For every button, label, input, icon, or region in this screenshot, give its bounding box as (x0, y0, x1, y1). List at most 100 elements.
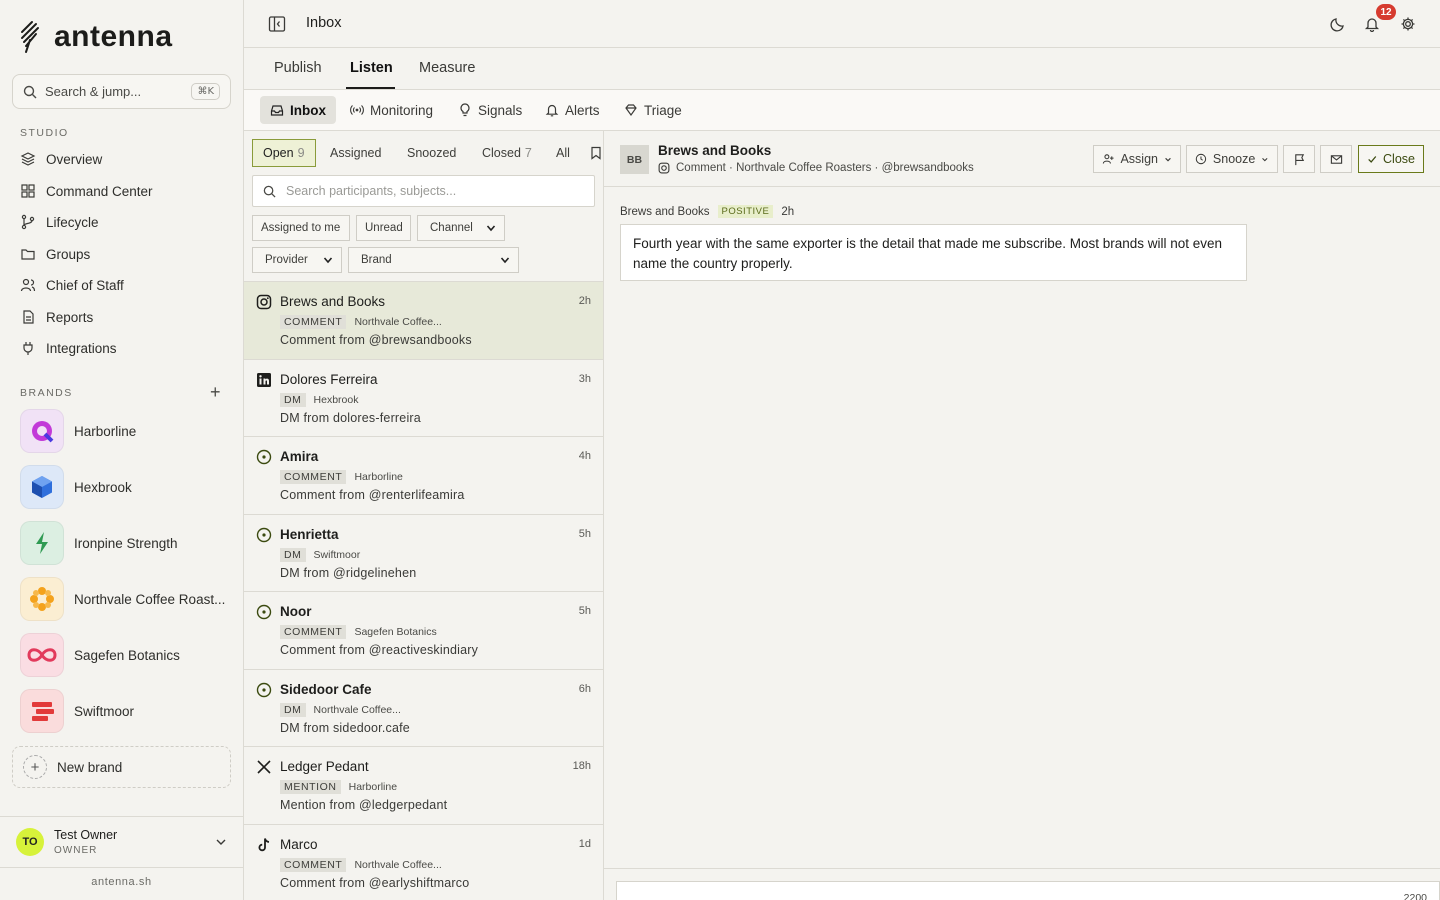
select-value: Channel (430, 222, 473, 234)
search-icon (23, 85, 37, 98)
filter-tab-label: All (556, 146, 570, 160)
sidebar-item-chief-of-staff[interactable]: Chief of Staff (20, 273, 124, 297)
brand-item-northvale-coffee[interactable]: Northvale Coffee Roast... (20, 577, 225, 621)
conversation-row[interactable]: Dolores Ferreira 3h DM Hexbrook DM from … (244, 359, 603, 437)
button-label: Close (1383, 152, 1415, 166)
type-tag: MENTION (280, 780, 341, 794)
brand-select[interactable]: Brand (348, 247, 519, 273)
bookmark-icon[interactable] (590, 146, 602, 160)
tab-publish[interactable]: Publish (274, 60, 322, 76)
filter-tab-open[interactable]: Open 9 (252, 139, 316, 167)
conversation-name: Sidedoor Cafe (280, 682, 372, 697)
user-plus-icon (1102, 154, 1114, 164)
subtab-monitoring[interactable]: Monitoring (340, 96, 443, 124)
new-brand-label: New brand (57, 759, 123, 775)
conversation-row[interactable]: Marco 1d COMMENT Northvale Coffee... Com… (244, 824, 603, 900)
sidebar-item-label: Reports (46, 309, 94, 325)
brand-item-ironpine-strength[interactable]: Ironpine Strength (20, 521, 178, 565)
moon-icon[interactable] (1330, 16, 1346, 32)
mail-button[interactable] (1320, 145, 1352, 173)
conversation-name: Amira (280, 449, 319, 464)
conversation-row[interactable]: Brews and Books 2h COMMENT Northvale Cof… (244, 281, 603, 359)
subtab-triage[interactable]: Triage (614, 96, 692, 124)
channel-select[interactable]: Channel (417, 215, 505, 241)
threads-icon (256, 604, 272, 620)
instagram-icon (256, 294, 272, 310)
filter-tab-snoozed[interactable]: Snoozed (397, 139, 466, 167)
check-icon (1368, 156, 1377, 163)
assigned-to-me-filter[interactable]: Assigned to me (252, 215, 350, 241)
conversation-time: 18h (572, 760, 591, 772)
conversation-row[interactable]: Ledger Pedant 18h MENTION Harborline Men… (244, 746, 603, 824)
tab-listen[interactable]: Listen (350, 60, 393, 76)
brand-item-swiftmoor[interactable]: Swiftmoor (20, 689, 134, 733)
conversation-meta: DM Hexbrook (280, 393, 358, 407)
conversation-subtitle: Comment from @reactiveskindiary (280, 643, 479, 657)
conversation-time: 5h (578, 605, 591, 617)
sidebar-item-lifecycle[interactable]: Lifecycle (20, 210, 99, 234)
user-menu[interactable]: TO Test Owner OWNER (0, 816, 243, 868)
logo-text: antenna (54, 20, 173, 53)
top-bar: Inbox 12 (244, 0, 1440, 48)
reply-composer[interactable]: 2200 (616, 881, 1440, 900)
subtab-alerts[interactable]: Alerts (535, 96, 610, 124)
subtab-inbox[interactable]: Inbox (260, 96, 336, 124)
threads-icon (256, 449, 272, 465)
conversation-subtitle: Comment from @renterlifeamira (280, 488, 465, 502)
subtab-signals[interactable]: Signals (448, 96, 532, 124)
sidebar-item-overview[interactable]: Overview (20, 147, 102, 171)
search-jump-input[interactable]: Search & jump... ⌘K (12, 74, 231, 109)
filter-tab-count: 9 (297, 146, 305, 160)
brand-item-harborline[interactable]: Harborline (20, 409, 136, 453)
composer-divider (604, 868, 1440, 869)
search-placeholder: Search participants, subjects... (286, 184, 457, 198)
sidebar-item-reports[interactable]: Reports (20, 305, 93, 329)
assign-button[interactable]: Assign (1093, 145, 1181, 173)
footer-site: antenna.sh (91, 876, 152, 888)
inbox-icon (270, 105, 284, 116)
provider-select[interactable]: Provider (252, 247, 342, 273)
logo[interactable]: antenna (18, 20, 173, 54)
gear-icon[interactable] (1400, 16, 1416, 32)
plus-icon: + (23, 755, 47, 779)
flag-button[interactable] (1283, 145, 1315, 173)
bell-icon (545, 104, 559, 117)
brand-item-sagefen-botanics[interactable]: Sagefen Botanics (20, 633, 180, 677)
conversation-name: Henrietta (280, 527, 339, 542)
avatar: BB (620, 145, 649, 174)
brand-item-hexbrook[interactable]: Hexbrook (20, 465, 132, 509)
filter-tab-label: Open (263, 146, 294, 160)
message-time: 2h (781, 205, 795, 218)
unread-filter[interactable]: Unread (356, 215, 411, 241)
filter-tab-closed[interactable]: Closed 7 (472, 139, 542, 167)
filter-tab-label: Assigned (330, 146, 382, 160)
filter-tab-assigned[interactable]: Assigned (320, 139, 391, 167)
brands-label: BRANDS (20, 387, 73, 399)
filter-tab-all[interactable]: All (546, 139, 580, 167)
sidebar-toggle-icon[interactable] (268, 15, 286, 33)
conversation-row[interactable]: Sidedoor Cafe 6h DM Northvale Coffee... … (244, 669, 603, 747)
brand-name: Harborline (354, 471, 403, 483)
conversation-row[interactable]: Noor 5h COMMENT Sagefen Botanics Comment… (244, 591, 603, 669)
sidebar-item-command-center[interactable]: Command Center (20, 179, 153, 203)
message-bubble: Fourth year with the same exporter is th… (620, 224, 1247, 281)
close-conversation-button[interactable]: Close (1358, 145, 1424, 173)
lightbulb-icon (460, 103, 470, 117)
conversation-subtitle: Comment from @earlyshiftmarco (280, 876, 470, 890)
conversation-row[interactable]: Amira 4h COMMENT Harborline Comment from… (244, 436, 603, 514)
main-tabs: Publish Listen Measure (244, 48, 1440, 90)
sidebar-item-integrations[interactable]: Integrations (20, 336, 117, 360)
brand-name: Harborline (348, 781, 398, 793)
type-tag: DM (280, 393, 306, 407)
sidebar-item-groups[interactable]: Groups (20, 242, 90, 266)
snooze-button[interactable]: Snooze (1186, 145, 1278, 173)
tab-measure[interactable]: Measure (419, 60, 475, 76)
add-brand-button[interactable]: + (210, 382, 221, 403)
conversation-row[interactable]: Henrietta 5h DM Swiftmoor DM from @ridge… (244, 514, 603, 592)
conversation-time: 6h (578, 683, 591, 695)
bell-icon[interactable] (1364, 16, 1380, 32)
new-brand-button[interactable]: + New brand (12, 746, 231, 788)
detail-meta: Comment · Northvale Coffee Roasters · @b… (658, 162, 974, 174)
participant-search-input[interactable]: Search participants, subjects... (252, 175, 595, 207)
broadcast-icon (350, 105, 364, 115)
